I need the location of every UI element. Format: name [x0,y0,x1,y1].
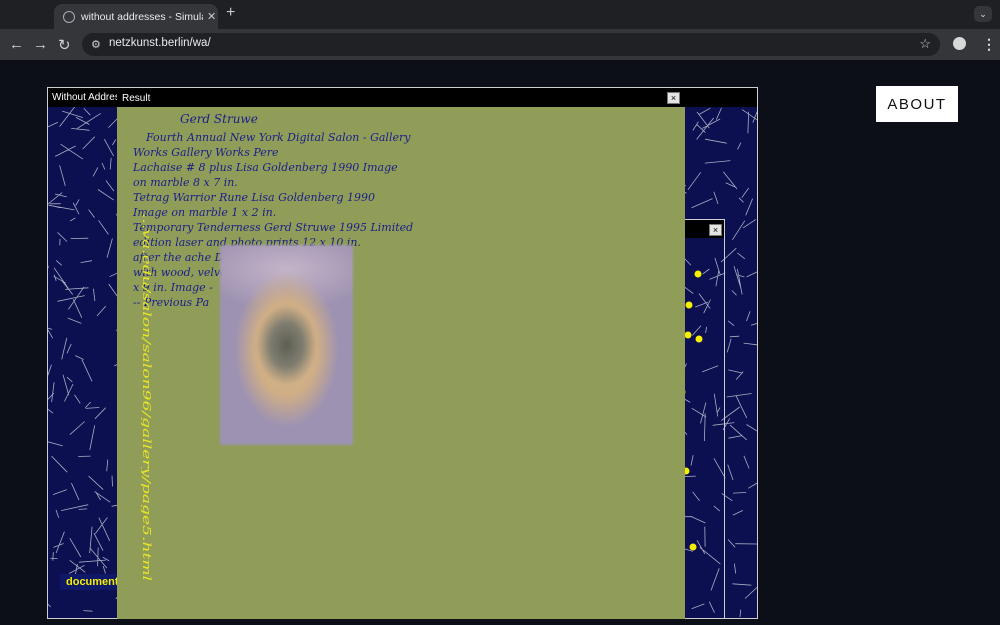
tab-search-dropdown-icon[interactable]: ⌄ [974,6,992,22]
svg-text:...va.edu/salon/salon96/galler: ...va.edu/salon/salon96/gallery/page5.ht… [141,213,153,582]
url-text[interactable]: netzkunst.berlin/wa/ [109,37,211,49]
profile-icon[interactable] [953,37,966,50]
salon-text-line: Tetrag Warrior Rune Lisa Goldenberg 1990 [133,191,375,204]
salon-text-line: Works Gallery Works Pere [133,146,279,159]
artwork-image[interactable] [220,245,353,445]
forward-button[interactable]: → [33,36,48,53]
tab-title: without addresses - Simulatio [81,10,203,23]
salon-text-line: Lachaise # 8 plus Lisa Goldenberg 1990 I… [133,161,398,174]
back-button[interactable]: ← [9,36,24,53]
simulation-window-title: Without Addres [52,92,120,103]
secondary-window-close-icon[interactable]: × [709,224,722,236]
tab-strip: without addresses - Simulatio ✕ + ⌄ [0,0,1000,29]
globe-icon [63,10,75,23]
site-info-icon[interactable]: ⚙ [91,38,101,51]
browser-tab[interactable]: without addresses - Simulatio ✕ [54,4,218,29]
reload-button[interactable]: ↻ [58,36,71,54]
result-window-titlebar[interactable]: Result × [117,89,685,107]
salon-text-line: Temporary Tenderness Gerd Struwe 1995 Li… [133,221,414,234]
bookmark-star-icon[interactable]: ☆ [919,36,931,52]
salon-text-line: on marble 8 x 7 in. [133,176,238,189]
result-window-close-icon[interactable]: × [667,92,680,104]
address-bar[interactable]: ⚙ netzkunst.berlin/wa/ ☆ [82,33,940,56]
result-window-title: Result [122,93,151,104]
artist-heading: Gerd Struwe [180,112,258,126]
vertical-url-text: ...va.edu/salon/salon96/gallery/page5.ht… [141,213,153,582]
salon-text-line: Fourth Annual New York Digital Salon - G… [146,131,411,144]
tab-close-icon[interactable]: ✕ [207,10,216,23]
new-tab-button[interactable]: + [226,4,235,22]
browser-menu-icon[interactable]: ⋮ [982,36,996,53]
about-button[interactable]: ABOUT [876,86,958,122]
